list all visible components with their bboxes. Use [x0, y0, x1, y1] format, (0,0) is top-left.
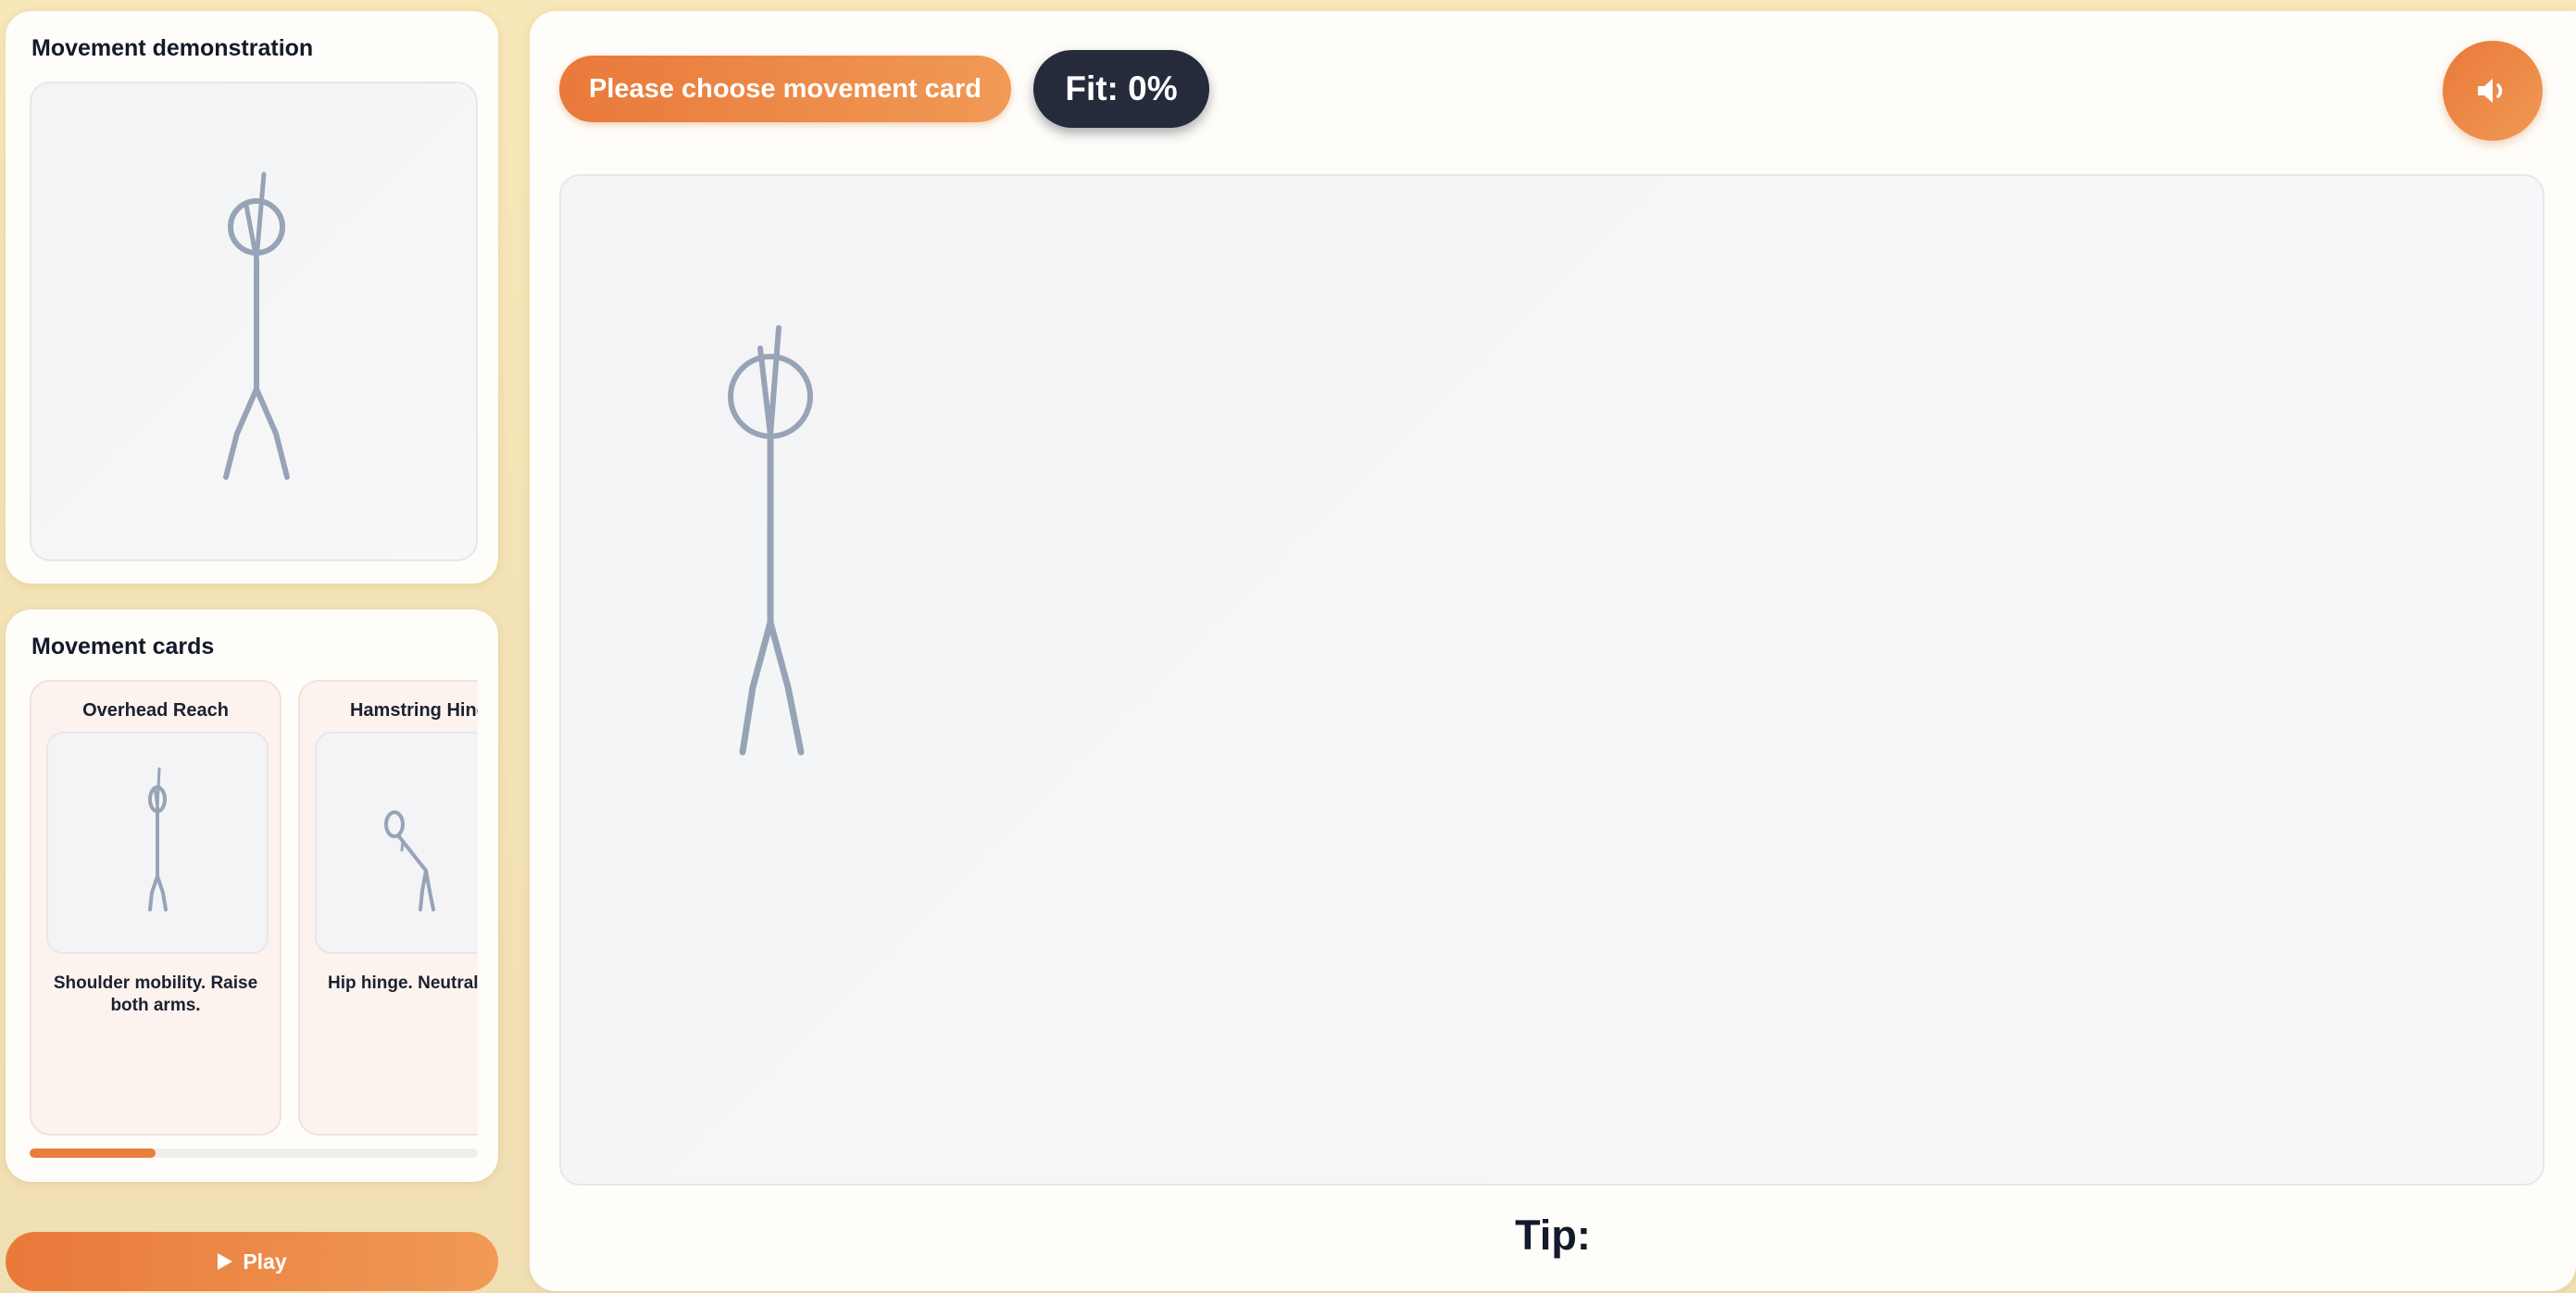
- card-stick-figure: [384, 810, 435, 911]
- card-thumbnail: [315, 732, 478, 954]
- main-panel: Please choose movement card Fit: 0% Tip:: [530, 11, 2576, 1291]
- card-stick-figure: [148, 767, 168, 911]
- speaker-icon: [2478, 79, 2503, 103]
- camera-stage: [559, 174, 2545, 1186]
- demo-panel: Movement demonstration: [6, 11, 498, 584]
- cards-scrollbar-thumb[interactable]: [30, 1149, 156, 1158]
- cards-panel: Movement cards Overhead Reach Shoulder m…: [6, 609, 498, 1182]
- card-thumbnail: [46, 732, 269, 954]
- card-title: Hamstring Hinge: [349, 700, 478, 721]
- movement-card[interactable]: Hamstring Hinge Hip hinge. Neutral spine…: [298, 680, 478, 1136]
- demo-stage: [30, 82, 478, 561]
- card-description: Hip hinge. Neutral spine.: [328, 973, 478, 993]
- play-label: Play: [243, 1249, 287, 1274]
- pose-stick-figure: [728, 325, 813, 756]
- demo-title: Movement demonstration: [31, 35, 314, 61]
- cards-scrollbar[interactable]: [30, 1149, 478, 1158]
- play-icon: [218, 1253, 233, 1270]
- movement-card[interactable]: Overhead Reach Shoulder mobility. Raise …: [30, 680, 281, 1136]
- status-pill[interactable]: Please choose movement card: [559, 56, 1011, 122]
- card-title: Overhead Reach: [82, 700, 229, 721]
- sound-button[interactable]: [2443, 41, 2543, 141]
- cards-title: Movement cards: [31, 634, 215, 659]
- tip-text: Tip:: [1515, 1211, 1591, 1259]
- card-description: Shoulder mobility. Raise both arms.: [53, 973, 258, 1015]
- cards-carousel[interactable]: Overhead Reach Shoulder mobility. Raise …: [30, 680, 478, 1139]
- play-button[interactable]: Play: [6, 1232, 498, 1291]
- demo-stick-figure: [223, 171, 290, 480]
- fit-badge: Fit: 0%: [1033, 50, 1209, 128]
